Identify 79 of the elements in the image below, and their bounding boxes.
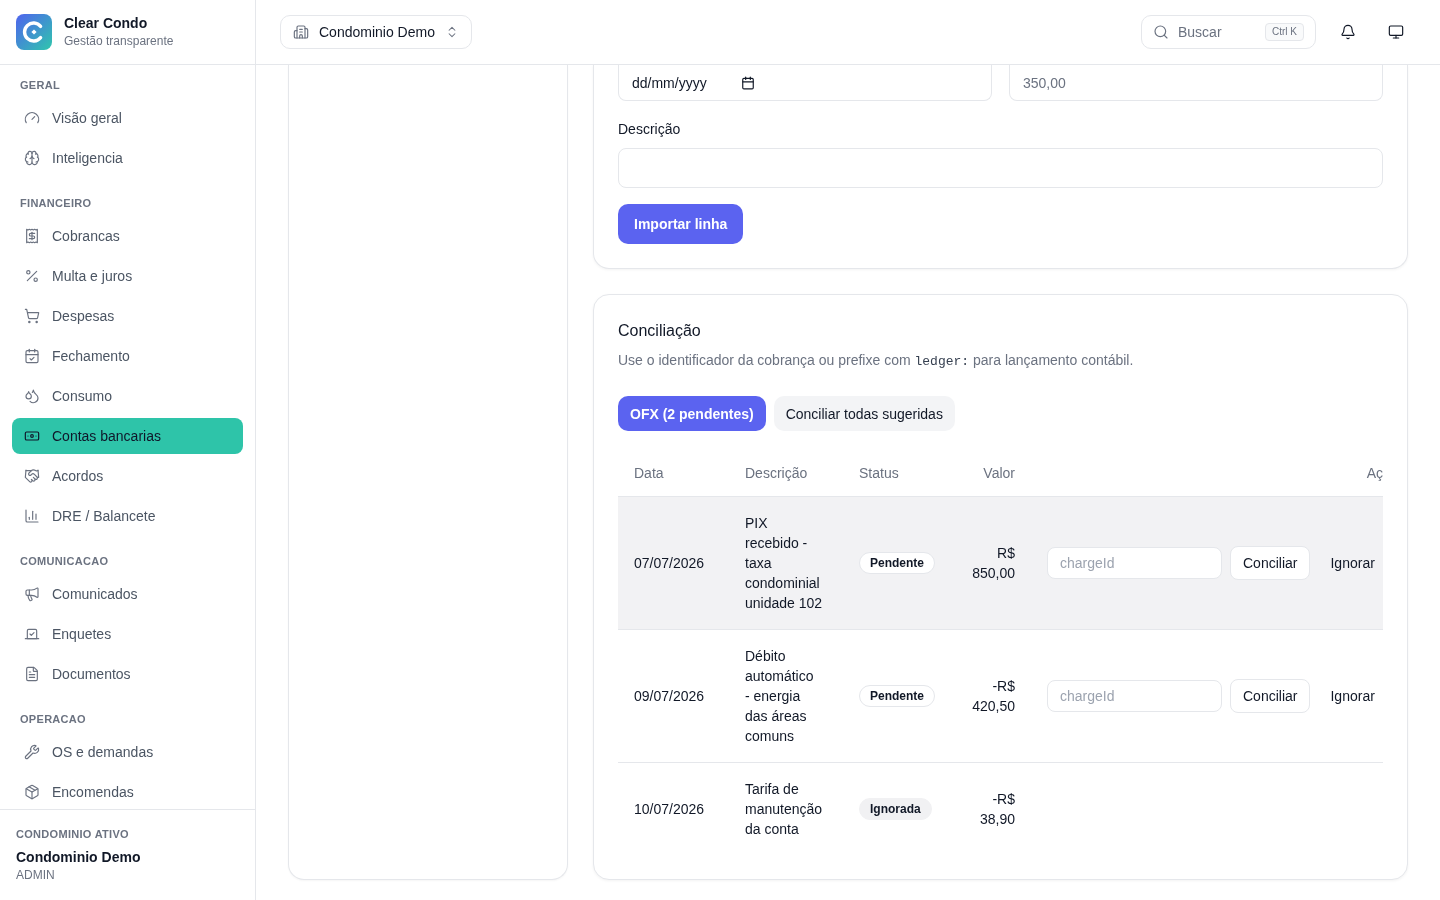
condo-selector[interactable]: Condominio Demo (280, 15, 472, 49)
sidebar-item[interactable]: Multa e juros (12, 258, 243, 294)
building-icon (293, 24, 309, 40)
section-label: FINANCEIRO (19, 196, 93, 211)
ignore-button[interactable]: Ignorar (1318, 679, 1375, 712)
handshake-icon (24, 468, 40, 484)
sidebar-item[interactable]: Fechamento (12, 338, 243, 374)
monitor-icon (1388, 24, 1404, 40)
user-role: ADMIN (16, 867, 55, 883)
sidebar-item[interactable]: Documentos (12, 656, 243, 692)
column-header: Descrição (729, 451, 843, 496)
description-cell: PIX recebido - taxa condominial unidade 102 (729, 496, 843, 629)
date-cell: 10/07/2026 (618, 762, 729, 855)
sidebar-item[interactable]: Visão geral (12, 100, 243, 136)
megaphone-icon (24, 586, 40, 602)
column-header: Status (843, 451, 943, 496)
sidebar-item[interactable]: DRE / Balancete (12, 498, 243, 534)
calendar-icon (741, 76, 755, 90)
status-badge: Ignorada (859, 797, 932, 820)
sidebar-item[interactable]: OS e demandas (12, 734, 243, 770)
hint-text: Use o identificador da cobrança ou prefixe com ledger: para lançamento contábil. (618, 351, 1134, 371)
import-button[interactable]: Importar linha (618, 204, 744, 244)
status-badge: Pendente (859, 684, 935, 707)
percent-icon (24, 268, 40, 284)
amount-field[interactable]: 350,00 (1009, 65, 1383, 101)
banknote-icon (24, 428, 40, 444)
package-icon (24, 784, 40, 800)
charge-id-field[interactable]: chargeId (1047, 546, 1222, 579)
status-badge: Pendente (859, 551, 935, 574)
card-title: Conciliação (618, 321, 701, 341)
action-button[interactable]: Conciliar todas sugeridas (773, 396, 955, 431)
sidebar-item[interactable]: Cobrancas (12, 218, 243, 254)
description-cell: Tarifa de manutenção da conta (729, 762, 843, 855)
cart-icon (24, 308, 40, 324)
sidebar-item[interactable]: Acordos (12, 458, 243, 494)
brand-tagline: Gestão transparente (64, 33, 174, 49)
bar-chart-icon (24, 508, 40, 524)
receipt-icon (24, 228, 40, 244)
column-header: Data (618, 451, 729, 496)
sidebar-item[interactable]: Despesas (12, 298, 243, 334)
brand-name: Clear Condo (64, 15, 149, 32)
date-field[interactable]: dd/mm/yyyy (618, 65, 992, 101)
shortcut-hint: Ctrl K (1265, 23, 1304, 41)
sidebar-item[interactable]: Inteligencia (12, 140, 243, 176)
section-label: OPERACAO (19, 712, 87, 727)
amount-cell: -R$ 38,90 (943, 762, 1031, 855)
amount-cell: R$ 850,00 (943, 496, 1031, 629)
column-header: Valor (943, 451, 1031, 496)
sidebar-item[interactable]: Comunicados (12, 576, 243, 612)
brain-icon (24, 150, 40, 166)
ignore-button[interactable]: Ignorar (1318, 546, 1375, 579)
section-label: COMUNICACAO (19, 554, 110, 569)
section-label: GERAL (19, 78, 61, 93)
condo-name: Condominio Demo (16, 848, 141, 867)
description-field[interactable] (618, 148, 1383, 188)
droplets-icon (24, 388, 40, 404)
logo-icon (16, 14, 52, 50)
action-button[interactable]: OFX (2 pendentes) (618, 396, 766, 431)
gauge-icon (24, 110, 40, 126)
description-cell: Débito automático - energia das áreas comuns (729, 629, 843, 762)
section-label: CONDOMINIO ATIVO (16, 827, 129, 842)
sidebar-item[interactable]: Contas bancarias (12, 418, 243, 454)
amount-cell: -R$ 420,50 (943, 629, 1031, 762)
search-icon (1153, 24, 1169, 40)
sidebar-item[interactable]: Consumo (12, 378, 243, 414)
bell-icon (1340, 24, 1356, 40)
sidebar-item[interactable]: Enquetes (12, 616, 243, 652)
sidebar-item[interactable]: Encomendas (12, 774, 243, 809)
date-cell: 07/07/2026 (618, 496, 729, 629)
wrench-icon (24, 744, 40, 760)
reconcile-button[interactable]: Conciliar (1230, 545, 1311, 580)
date-cell: 09/07/2026 (618, 629, 729, 762)
reconcile-button[interactable]: Conciliar (1230, 678, 1311, 713)
calendar-check-icon (24, 348, 40, 364)
column-header: Aç (1031, 451, 1383, 496)
document-icon (24, 666, 40, 682)
ballot-box-icon (24, 626, 40, 642)
field-label: Descrição (618, 121, 681, 137)
charge-id-field[interactable]: chargeId (1047, 679, 1222, 712)
